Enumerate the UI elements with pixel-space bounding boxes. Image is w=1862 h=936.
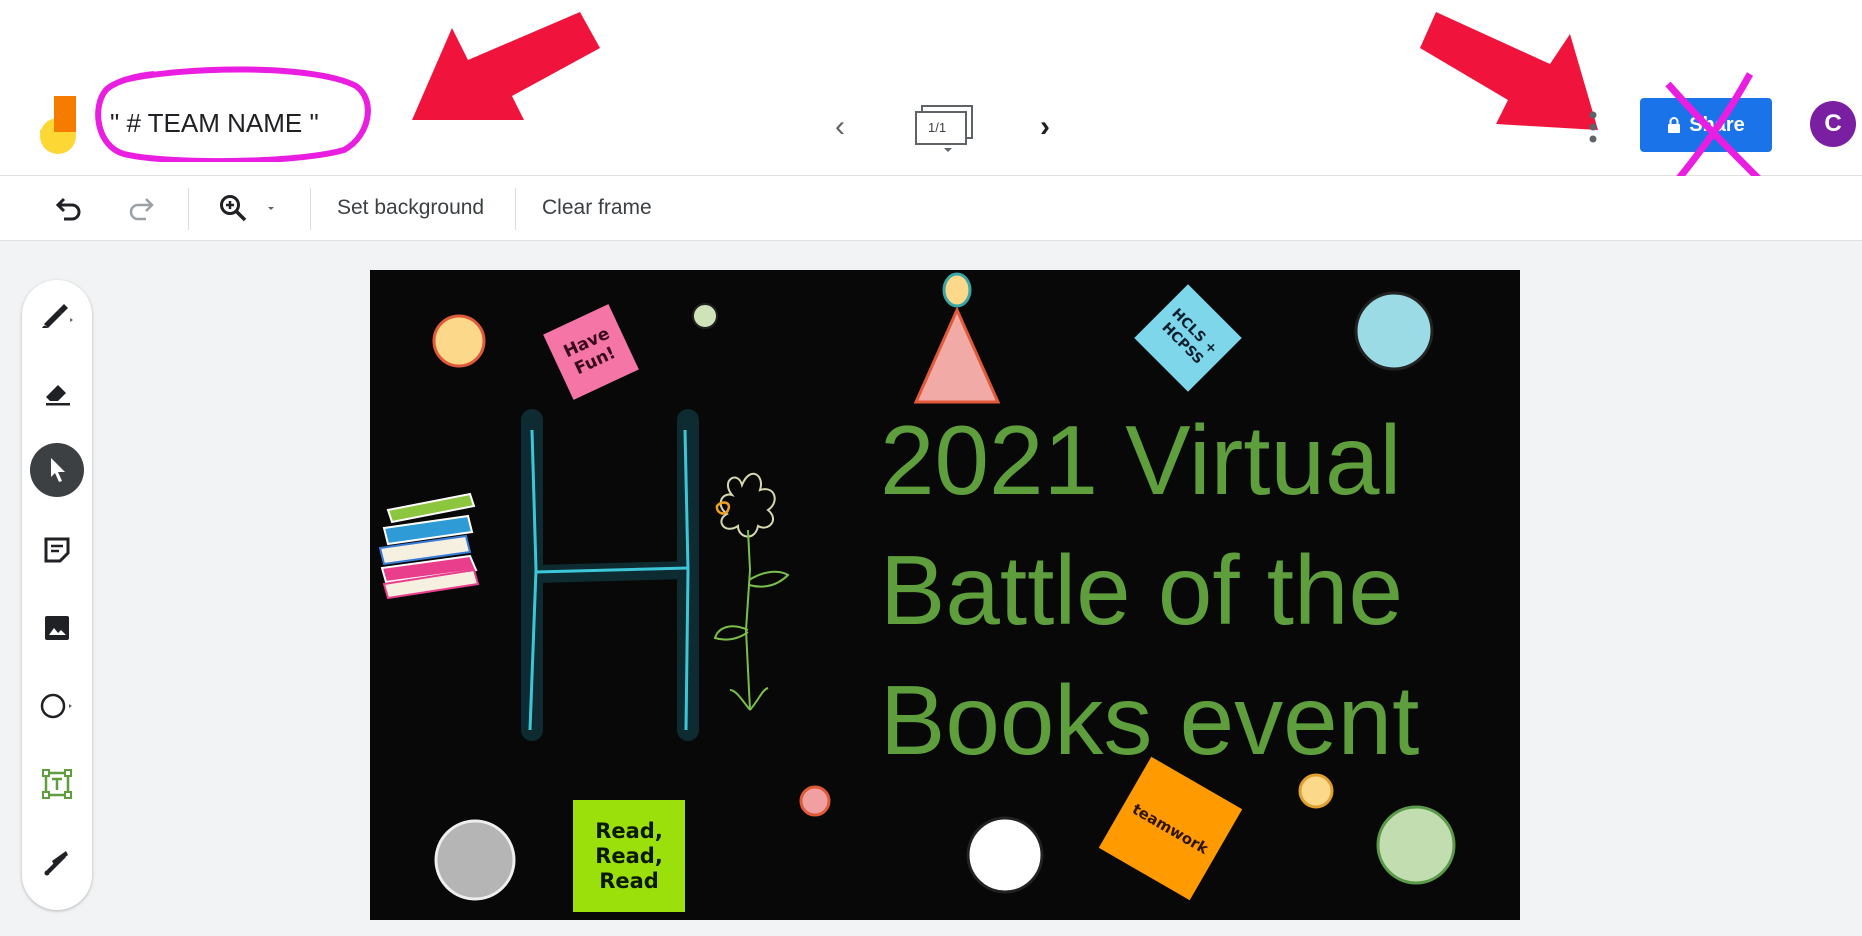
select-tool[interactable] xyxy=(22,440,92,500)
headline-text[interactable]: 2021 Virtual Battle of the Books event xyxy=(880,395,1419,785)
undo-icon xyxy=(56,197,81,221)
circle-shape xyxy=(966,816,1044,894)
circle-shape xyxy=(692,303,718,329)
handdrawn-letter-h xyxy=(521,409,699,741)
frame-bar-toggle[interactable]: 1/1 xyxy=(910,102,984,154)
triangle-shape xyxy=(913,306,1001,404)
circle-shape xyxy=(942,272,972,308)
edit-toolbar: Set background Clear frame xyxy=(0,176,1862,241)
jamboard-logo xyxy=(40,96,76,154)
circle-tool[interactable] xyxy=(22,676,92,736)
zoom-button[interactable] xyxy=(218,176,278,240)
more-options-icon[interactable] xyxy=(1588,110,1598,144)
undo-button[interactable] xyxy=(56,176,82,240)
toolbar-divider xyxy=(188,188,189,230)
annotation-arrow xyxy=(1420,12,1598,130)
user-avatar[interactable]: C xyxy=(1810,101,1856,147)
frames-icon xyxy=(915,105,973,152)
circle-shape-icon xyxy=(40,693,72,719)
redo-icon xyxy=(129,198,154,221)
chevron-down-icon xyxy=(268,207,274,210)
text-box-tool[interactable] xyxy=(22,754,92,814)
circle-shape xyxy=(434,819,516,901)
redo-button[interactable] xyxy=(128,176,154,240)
eraser-icon xyxy=(46,385,70,406)
sticky-note-icon xyxy=(44,537,70,563)
eraser-tool[interactable] xyxy=(22,363,92,423)
laser-icon xyxy=(44,851,68,876)
tool-sidebar xyxy=(22,280,92,910)
headline-line: Battle of the xyxy=(880,535,1404,645)
set-background-button[interactable]: Set background xyxy=(337,176,484,240)
clear-frame-button[interactable]: Clear frame xyxy=(542,176,652,240)
toolbar-divider xyxy=(310,188,311,230)
jam-frame-canvas[interactable]: 2021 Virtual Battle of the Books event H… xyxy=(370,270,1520,920)
book-stack-image xyxy=(378,492,480,600)
image-tool[interactable] xyxy=(22,598,92,658)
sticky-note-tool[interactable] xyxy=(22,520,92,580)
toolbar-divider xyxy=(515,188,516,230)
zoom-in-icon xyxy=(220,195,247,222)
circle-shape xyxy=(1354,291,1434,371)
select-icon xyxy=(30,443,84,497)
sticky-note-read[interactable]: Read, Read, Read xyxy=(573,800,685,912)
text-box-icon xyxy=(42,769,72,799)
annotation-cross xyxy=(1665,72,1765,185)
image-icon xyxy=(45,616,69,640)
pen-tool[interactable] xyxy=(22,285,92,345)
next-frame-button[interactable]: › xyxy=(1040,110,1050,144)
circle-shape xyxy=(1376,805,1456,885)
handdrawn-flower xyxy=(713,472,790,711)
annotation-arrow xyxy=(412,12,600,120)
pen-icon xyxy=(42,304,73,328)
headline-line: 2021 Virtual xyxy=(880,405,1402,515)
circle-shape xyxy=(432,314,486,368)
annotation-circle xyxy=(95,66,371,162)
laser-tool[interactable] xyxy=(22,832,92,892)
frame-counter: 1/1 xyxy=(928,120,947,135)
circle-shape xyxy=(799,785,831,817)
previous-frame-button[interactable]: ‹ xyxy=(835,110,845,144)
